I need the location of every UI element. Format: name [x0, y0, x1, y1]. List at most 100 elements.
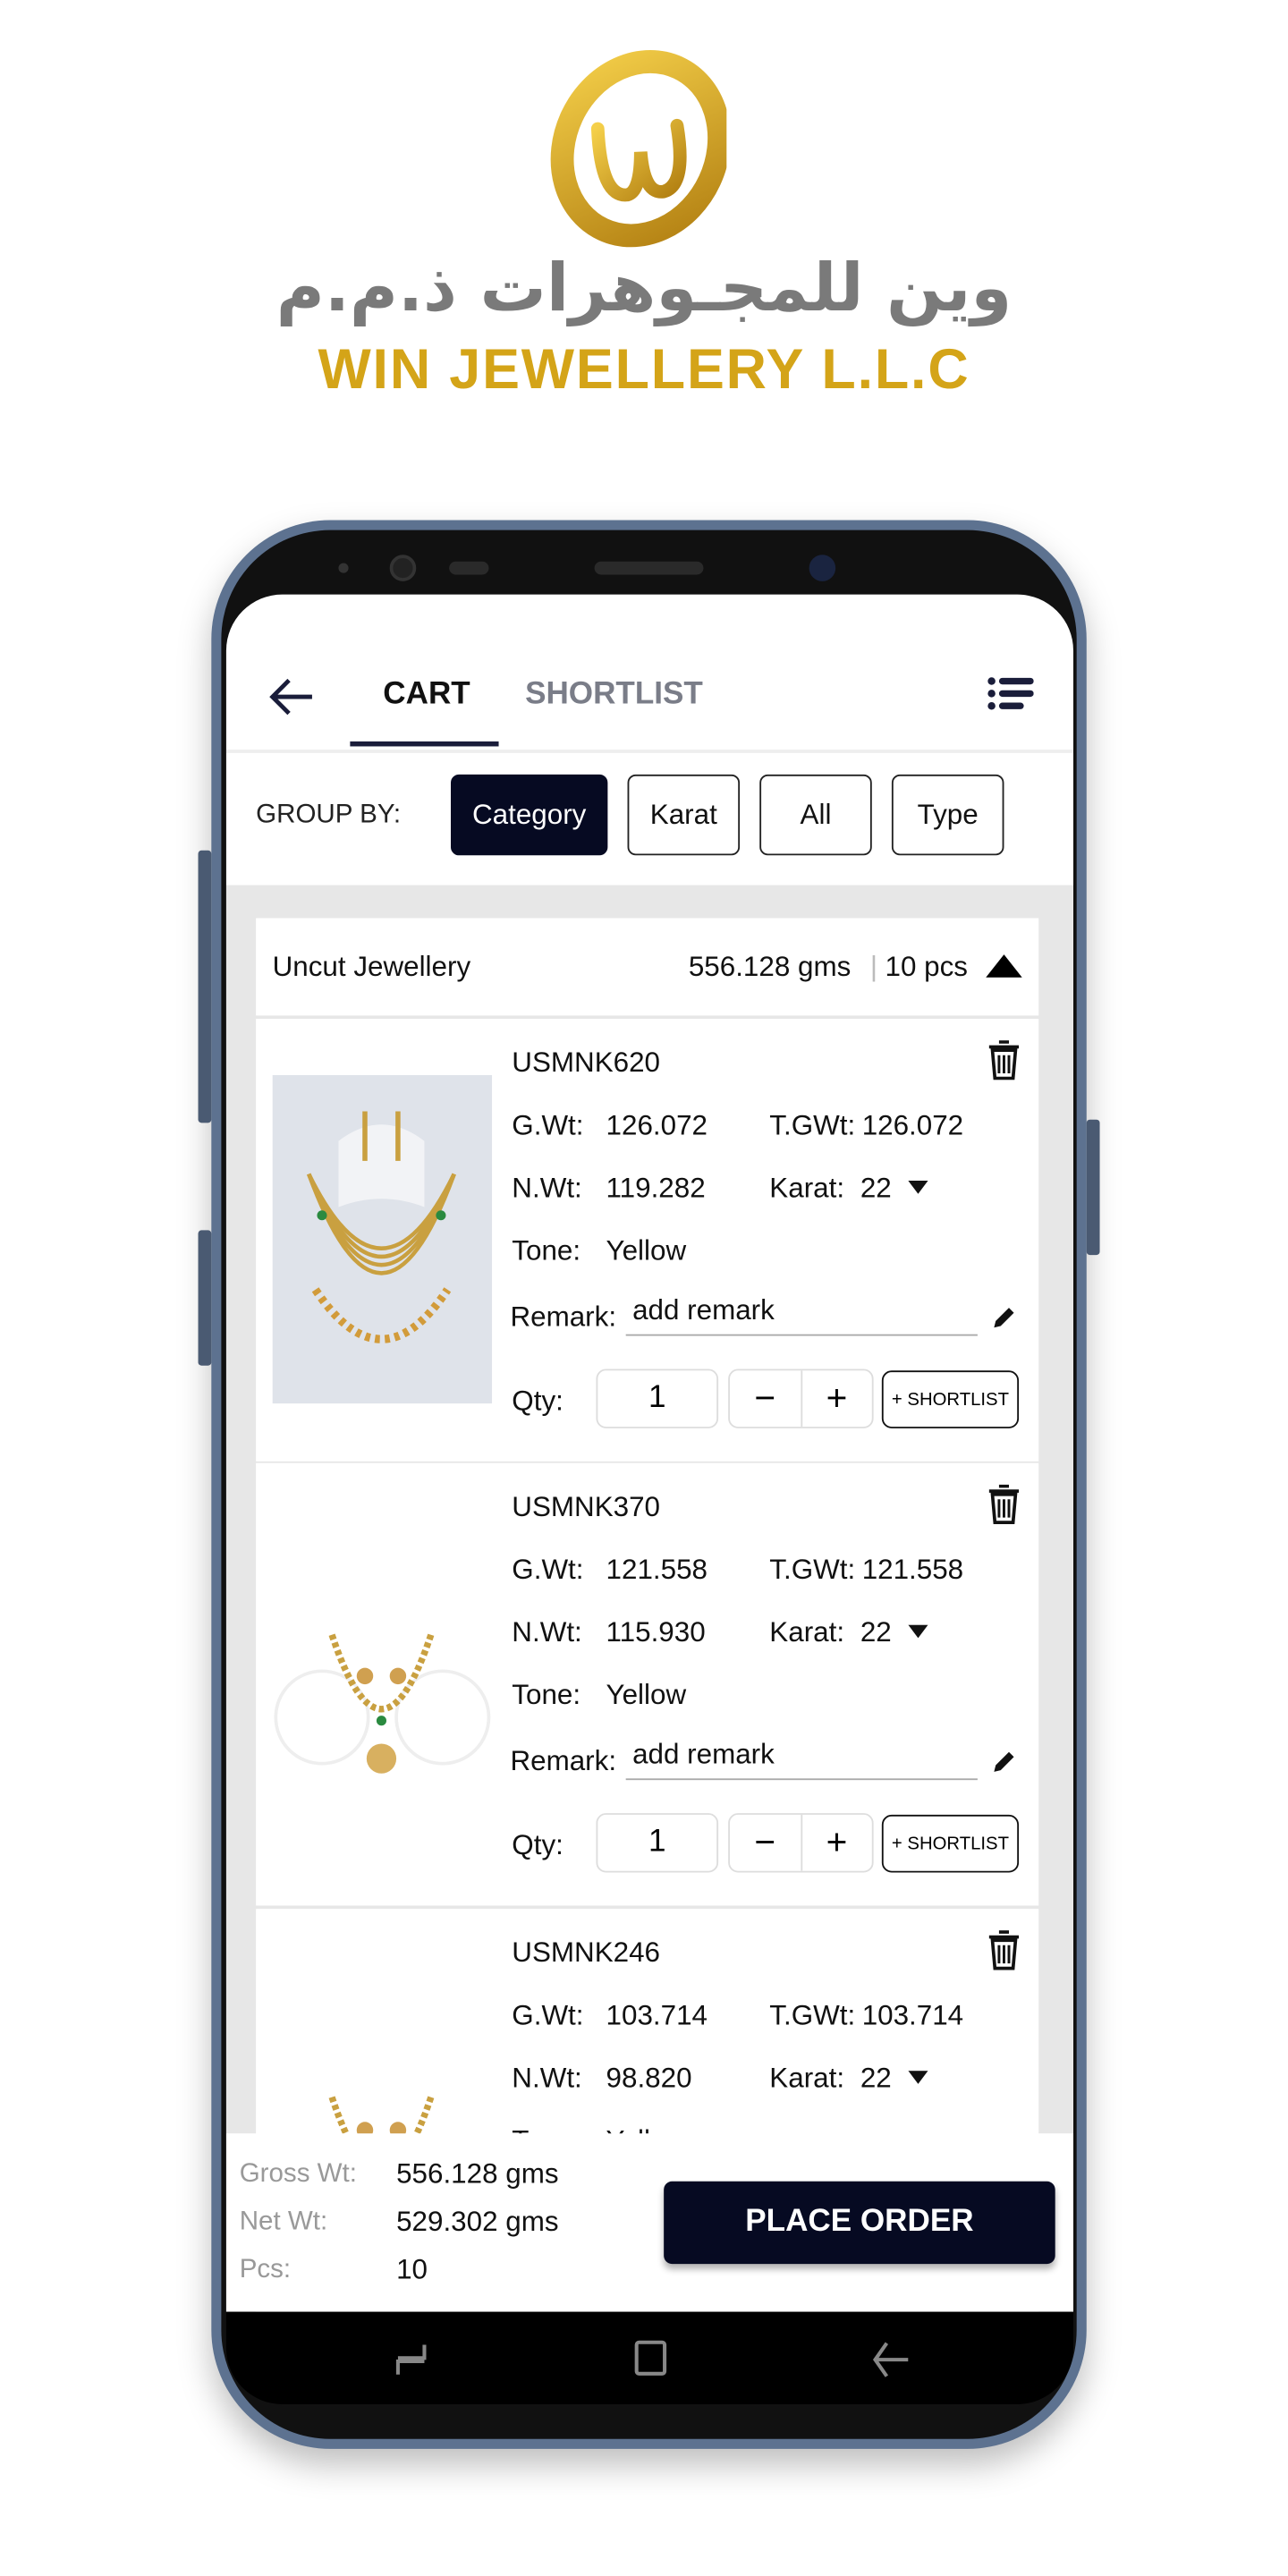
- total-gross-weight-label: T.GWt:: [769, 1109, 856, 1141]
- group-by-karat-button[interactable]: Karat: [627, 774, 741, 856]
- delete-trash-icon[interactable]: [987, 1484, 1021, 1524]
- logo-emblem-icon: [550, 50, 727, 248]
- dropdown-caret-icon: [908, 1180, 928, 1194]
- total-gross-weight-value: 121.558: [861, 1554, 964, 1586]
- remark-placeholder: add remark: [632, 1294, 775, 1326]
- tone-value: Yellow: [606, 1234, 687, 1267]
- karat-label: Karat:: [769, 1616, 845, 1648]
- product-image[interactable]: [272, 1074, 493, 1404]
- qty-input[interactable]: 1: [596, 1368, 719, 1428]
- qty-increment-button[interactable]: +: [801, 1815, 871, 1871]
- karat-value: 22: [860, 1172, 892, 1204]
- pcs-value: 10: [396, 2253, 428, 2286]
- remark-placeholder: add remark: [632, 1738, 775, 1771]
- remark-label: Remark:: [510, 1745, 617, 1777]
- qty-decrement-button[interactable]: −: [730, 1814, 802, 1871]
- qty-label: Qty:: [512, 1829, 564, 1861]
- android-nav-bar: [225, 2311, 1073, 2404]
- remark-input[interactable]: add remark: [625, 1733, 978, 1781]
- karat-dropdown[interactable]: 22: [860, 1616, 928, 1649]
- gross-weight-value: 556.128 gms: [396, 2157, 559, 2190]
- karat-label: Karat:: [769, 1172, 845, 1204]
- karat-dropdown[interactable]: 22: [860, 2063, 928, 2096]
- net-weight-value: 119.282: [606, 1172, 706, 1204]
- net-weight-label: N.Wt:: [512, 1616, 582, 1648]
- cart-summary-footer: Gross Wt: 556.128 gms Net Wt: 529.302 gm…: [225, 2133, 1073, 2312]
- phone-side-button: [198, 1230, 212, 1366]
- gross-weight-label: G.Wt:: [512, 1554, 584, 1586]
- gross-weight-label: G.Wt:: [512, 1999, 584, 2031]
- recent-apps-icon[interactable]: [394, 2342, 428, 2378]
- cart-item: USMNK370 G.Wt: 121.558 T.GWt: 121.558 N.…: [256, 1462, 1039, 1906]
- logo-english-text: WIN JEWELLERY L.L.C: [318, 338, 970, 402]
- net-weight-value: 529.302 gms: [396, 2206, 559, 2238]
- group-weight: 556.128 gms: [688, 951, 852, 983]
- active-tab-indicator: [350, 741, 499, 747]
- edit-pencil-icon[interactable]: [993, 1306, 1016, 1329]
- qty-label: Qty:: [512, 1385, 564, 1417]
- cart-list: Uncut Jewellery 556.128 gms | 10 pcs USM…: [225, 885, 1073, 2312]
- total-gross-weight-label: T.GWt:: [769, 1999, 856, 2031]
- item-code: USMNK246: [512, 1936, 661, 1969]
- cart-item: USMNK620 G.Wt: 126.072 T.GWt: 126.072 N.…: [256, 1019, 1039, 1462]
- phone-speaker: [594, 561, 704, 575]
- net-weight-value: 115.930: [606, 1616, 706, 1648]
- tone-label: Tone:: [512, 1679, 581, 1711]
- product-image[interactable]: [272, 1519, 493, 1848]
- tab-cart[interactable]: CART: [383, 677, 470, 714]
- qty-input[interactable]: 1: [596, 1813, 719, 1873]
- remark-input[interactable]: add remark: [625, 1290, 978, 1336]
- gross-weight-value: 103.714: [606, 1999, 708, 2031]
- remark-label: Remark:: [510, 1301, 617, 1333]
- gross-weight-label: Gross Wt:: [239, 2159, 357, 2189]
- app-screen: CART SHORTLIST GROUP BY: Category Karat …: [225, 594, 1073, 2312]
- phone-sensor: [338, 563, 349, 573]
- add-to-shortlist-button[interactable]: + SHORTLIST: [881, 1370, 1020, 1428]
- qty-stepper: − +: [728, 1813, 874, 1873]
- edit-pencil-icon[interactable]: [993, 1750, 1016, 1774]
- gross-weight-value: 126.072: [606, 1109, 708, 1141]
- add-to-shortlist-button[interactable]: + SHORTLIST: [881, 1814, 1020, 1873]
- karat-label: Karat:: [769, 2062, 845, 2094]
- group-by-all-button[interactable]: All: [759, 774, 872, 856]
- qty-increment-button[interactable]: +: [801, 1370, 871, 1427]
- qty-stepper: − +: [728, 1368, 874, 1428]
- group-by-label: GROUP BY:: [256, 801, 402, 829]
- group-by-category-button[interactable]: Category: [450, 774, 608, 856]
- karat-value: 22: [860, 2062, 892, 2094]
- group-separator: |: [869, 951, 878, 983]
- karat-dropdown[interactable]: 22: [860, 1173, 928, 1206]
- system-back-icon[interactable]: [872, 2342, 909, 2378]
- back-arrow-icon[interactable]: [269, 677, 316, 716]
- group-name: Uncut Jewellery: [272, 951, 471, 983]
- net-weight-value: 98.820: [606, 2062, 692, 2094]
- group-by-type-button[interactable]: Type: [891, 774, 1004, 856]
- phone-sensor: [449, 561, 489, 575]
- qty-decrement-button[interactable]: −: [730, 1370, 802, 1428]
- gross-weight-label: G.Wt:: [512, 1109, 584, 1141]
- logo-arabic-text: وين للمجـوهرات ذ.م.م: [275, 250, 1013, 327]
- phone-camera: [389, 555, 417, 581]
- header-divider: [225, 750, 1073, 753]
- tone-label: Tone:: [512, 1234, 581, 1267]
- net-weight-label: N.Wt:: [512, 2062, 582, 2094]
- group-header[interactable]: Uncut Jewellery 556.128 gms | 10 pcs: [256, 918, 1039, 1016]
- home-icon[interactable]: [634, 2340, 667, 2377]
- pcs-label: Pcs:: [239, 2255, 292, 2284]
- total-gross-weight-value: 103.714: [861, 1999, 964, 2031]
- net-weight-label: Net Wt:: [239, 2207, 328, 2236]
- item-code: USMNK620: [512, 1046, 661, 1079]
- tab-shortlist[interactable]: SHORTLIST: [525, 677, 703, 714]
- total-gross-weight-label: T.GWt:: [769, 1554, 856, 1586]
- dropdown-caret-icon: [908, 2071, 928, 2084]
- menu-list-icon[interactable]: [987, 677, 1034, 710]
- group-count: 10 pcs: [885, 951, 969, 983]
- net-weight-label: N.Wt:: [512, 1172, 582, 1204]
- delete-trash-icon[interactable]: [987, 1930, 1021, 1970]
- delete-trash-icon[interactable]: [987, 1040, 1021, 1080]
- karat-value: 22: [860, 1616, 892, 1648]
- gross-weight-value: 121.558: [606, 1554, 708, 1586]
- dropdown-caret-icon: [908, 1624, 928, 1639]
- collapse-triangle-icon[interactable]: [986, 954, 1022, 978]
- place-order-button[interactable]: PLACE ORDER: [664, 2181, 1055, 2265]
